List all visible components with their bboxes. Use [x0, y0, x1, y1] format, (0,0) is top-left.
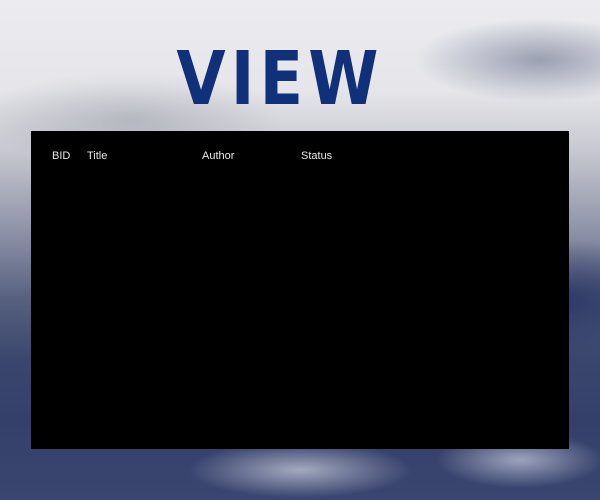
column-header-bid[interactable]: BID [52, 149, 70, 163]
column-header-title[interactable]: Title [87, 149, 107, 163]
column-header-author[interactable]: Author [202, 149, 234, 163]
books-table[interactable]: BID Title Author Status [31, 131, 569, 449]
table-header-row: BID Title Author Status [31, 149, 569, 165]
column-header-status[interactable]: Status [301, 149, 332, 163]
